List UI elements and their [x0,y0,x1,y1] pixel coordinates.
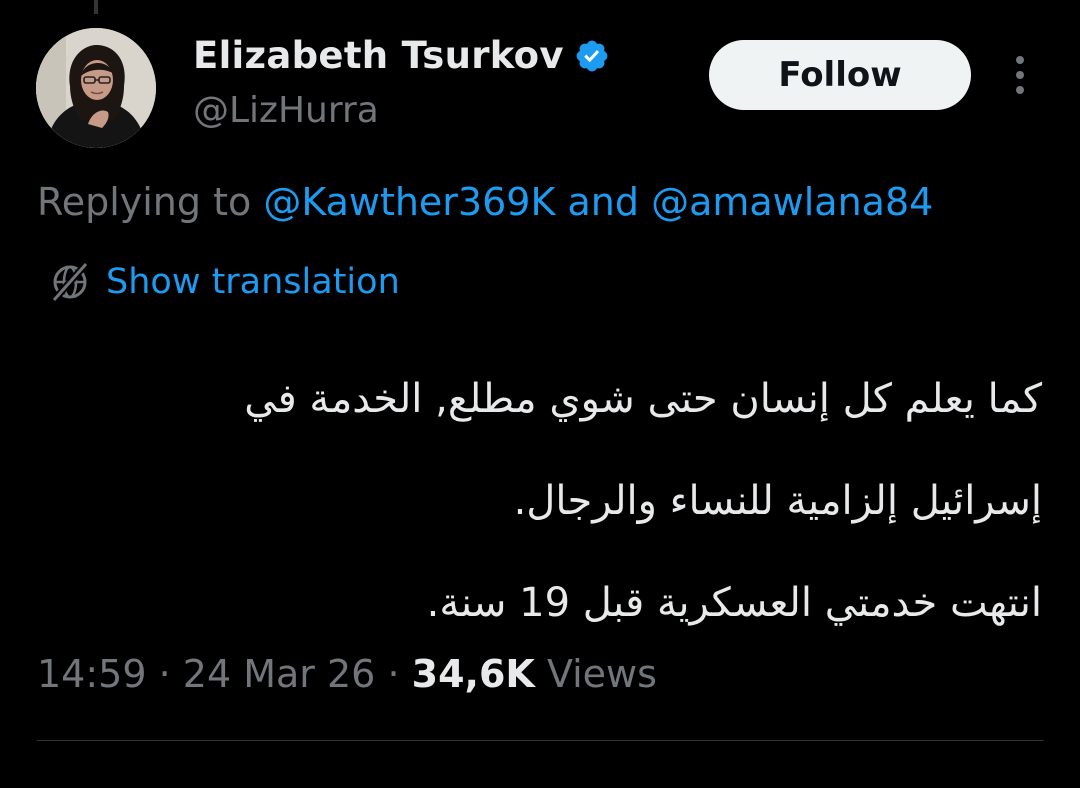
meta-separator-1: · [158,652,171,696]
tweet-text-line-3: انتهت خدمتي العسكرية قبل 19 سنة. [426,580,1042,626]
views-count: 34,6K [411,652,535,696]
meta-separator-2: · [387,652,400,696]
replying-prefix: Replying to [37,180,252,224]
tweet-time[interactable]: 14:59 [37,652,147,696]
author-handle[interactable]: @LizHurra [193,90,379,131]
divider [37,740,1044,741]
avatar[interactable] [36,28,156,148]
author-display-name[interactable]: Elizabeth Tsurkov [193,34,564,77]
tweet-meta-row: 14:59 · 24 Mar 26 · 34,6K Views [37,652,657,696]
tweet-text: كما يعلم كل إنسان حتى شوي مطلع, الخدمة ف… [120,348,1042,654]
show-translation-label: Show translation [106,262,400,302]
replying-conjunction: and [567,180,639,224]
globe-slash-icon [51,261,89,303]
views-label: Views [546,652,657,696]
tweet-date[interactable]: 24 Mar 26 [183,652,376,696]
tweet-text-line-2: إسرائيل إلزامية للنساء والرجال. [513,478,1042,524]
mention-link-kawther369k[interactable]: @Kawther369K [263,180,555,224]
verified-badge-icon[interactable] [574,38,610,74]
follow-button[interactable]: Follow [709,40,971,110]
more-vertical-icon[interactable] [1004,52,1036,98]
author-name-row: Elizabeth Tsurkov [193,34,610,77]
tweet-text-line-1: كما يعلم كل إنسان حتى شوي مطلع, الخدمة ف… [244,376,1042,422]
show-translation-button[interactable]: Show translation [48,260,400,304]
thread-connector-line [94,0,98,14]
mention-link-amawlana84[interactable]: @amawlana84 [651,180,933,224]
replying-to-line: Replying to @Kawther369K and @amawlana84 [37,180,933,224]
